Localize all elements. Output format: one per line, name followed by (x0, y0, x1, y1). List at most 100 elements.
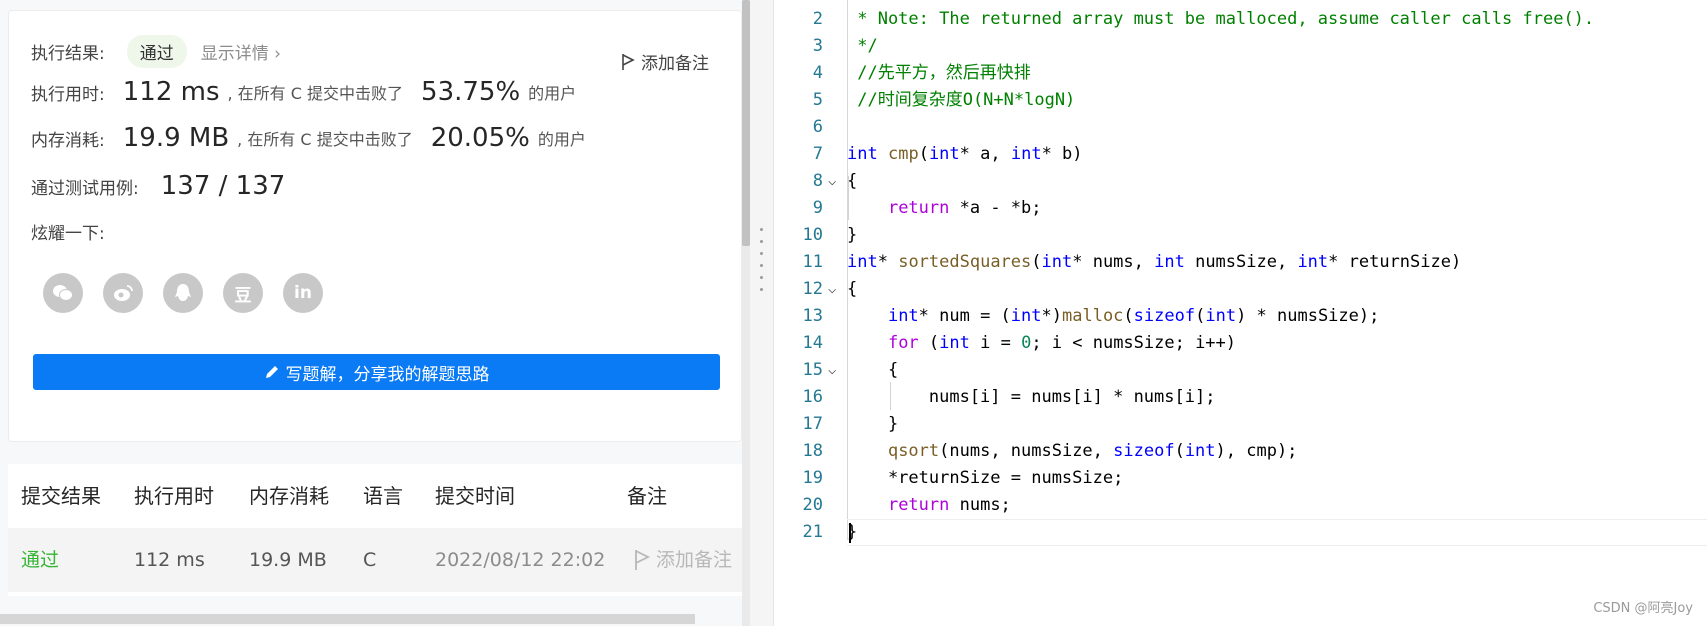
code-text[interactable]: */ (847, 33, 877, 60)
panel-resize-handle[interactable] (750, 0, 774, 626)
table-header: 提交结果 执行用时 内存消耗 语言 提交时间 备注 (8, 464, 742, 528)
code-text[interactable]: qsort(nums, numsSize, sizeof(int), cmp); (847, 438, 1297, 465)
fold-chevron-icon[interactable]: ⌵ (828, 168, 836, 195)
code-line[interactable]: 19 *returnSize = numsSize; (775, 465, 1707, 492)
code-line[interactable]: 14 for (int i = 0; i < numsSize; i++) (775, 330, 1707, 357)
code-text[interactable]: } (847, 222, 857, 249)
fold-chevron-icon[interactable]: ⌵ (828, 357, 836, 384)
memory-row: 内存消耗: 19.9 MB , 在所有 C 提交中击败了 20.05% 的用户 (31, 123, 586, 153)
row-result[interactable]: 通过 (21, 528, 59, 592)
code-editor[interactable]: 2 * Note: The returned array must be mal… (775, 0, 1707, 626)
runtime-label: 执行用时: (31, 84, 105, 105)
code-text[interactable]: int* sortedSquares(int* nums, int numsSi… (847, 249, 1461, 276)
code-line[interactable]: 4 //先平方，然后再快排 (775, 60, 1707, 87)
code-line[interactable]: 13 int* num = (int*)malloc(sizeof(int) *… (775, 303, 1707, 330)
code-line[interactable]: 16 nums[i] = nums[i] * nums[i]; (775, 384, 1707, 411)
line-number: 14 (802, 333, 823, 353)
qq-icon[interactable] (163, 273, 203, 313)
result-label: 执行结果: (31, 44, 105, 64)
code-line[interactable]: 10} (775, 222, 1707, 249)
row-submit-time: 2022/08/12 22:02 (435, 549, 606, 571)
code-text[interactable]: //先平方，然后再快排 (847, 60, 1030, 87)
code-text[interactable]: } (847, 411, 898, 438)
line-number: 11 (802, 252, 823, 272)
code-line[interactable]: 8 ⌵{ (775, 168, 1707, 195)
tests-row: 通过测试用例: 137 / 137 (31, 171, 293, 201)
current-line-highlight (847, 519, 1707, 546)
scrollbar-thumb[interactable] (742, 0, 750, 246)
row-runtime: 112 ms (134, 549, 205, 571)
indent-guide (848, 176, 849, 220)
memory-beat-text: , 在所有 C 提交中击败了 (237, 130, 413, 149)
row-language: C (363, 549, 377, 571)
line-number: 5 (812, 90, 823, 110)
code-text[interactable]: { (847, 357, 898, 384)
runtime-percent: 53.75% (421, 77, 521, 107)
status-badge: 通过 (126, 35, 187, 68)
code-text[interactable]: int* num = (int*)malloc(sizeof(int) * nu… (847, 303, 1379, 330)
fold-chevron-icon[interactable]: ⌵ (828, 276, 836, 303)
line-number: 17 (802, 414, 823, 434)
runtime-value: 112 ms (122, 77, 220, 107)
share-row: 炫耀一下: (31, 219, 105, 244)
pencil-icon (265, 366, 278, 378)
wechat-icon[interactable] (43, 273, 83, 313)
linkedin-icon[interactable]: in (283, 273, 323, 313)
text-cursor (849, 523, 851, 543)
code-line[interactable]: 5 //时间复杂度O(N+N*logN) (775, 87, 1707, 114)
result-card: 执行结果: 通过 显示详情 › 添加备注 执行用时: 112 ms , 在所有 … (8, 10, 742, 442)
code-line[interactable]: 9 return *a - *b; (775, 195, 1707, 222)
memory-value: 19.9 MB (122, 123, 230, 153)
code-text[interactable]: * Note: The returned array must be mallo… (847, 6, 1594, 33)
header-memory: 内存消耗 (249, 484, 329, 508)
tests-label: 通过测试用例: (31, 178, 139, 199)
weibo-icon[interactable] (103, 273, 143, 313)
flag-icon (635, 550, 650, 570)
douban-icon[interactable]: 豆 (223, 273, 263, 313)
line-number: 10 (802, 225, 823, 245)
code-line[interactable]: 3 */ (775, 33, 1707, 60)
add-note-button[interactable]: 添加备注 (621, 49, 709, 74)
code-line[interactable]: 15 ⌵ { (775, 357, 1707, 384)
code-line[interactable]: 17 } (775, 411, 1707, 438)
code-line[interactable]: 2 * Note: The returned array must be mal… (775, 6, 1707, 33)
code-text[interactable]: int cmp(int* a, int* b) (847, 141, 1083, 168)
code-line[interactable]: 6 (775, 114, 1707, 141)
write-solution-button[interactable]: 写题解，分享我的解题思路 (33, 354, 720, 390)
code-text[interactable]: return nums; (847, 492, 1011, 519)
code-line[interactable]: 20 return nums; (775, 492, 1707, 519)
header-runtime: 执行用时 (134, 484, 214, 508)
code-line[interactable]: 18 qsort(nums, numsSize, sizeof(int), cm… (775, 438, 1707, 465)
code-line[interactable]: 12 ⌵ { (775, 276, 1707, 303)
code-text[interactable]: nums[i] = nums[i] * nums[i]; (847, 384, 1216, 411)
code-line[interactable]: 11 int* sortedSquares(int* nums, int nums… (775, 249, 1707, 276)
row-add-note-button[interactable]: 添加备注 (634, 528, 732, 592)
header-result: 提交结果 (21, 484, 101, 508)
line-number: 20 (802, 495, 823, 515)
code-line[interactable]: 7 int cmp(int* a, int* b) (775, 141, 1707, 168)
vertical-scrollbar[interactable] (742, 0, 750, 626)
code-text[interactable]: //时间复杂度O(N+N*logN) (847, 87, 1075, 114)
code-text[interactable]: { (847, 276, 857, 303)
flag-icon (622, 53, 635, 70)
line-number: 12 (802, 279, 823, 299)
memory-percent: 20.05% (430, 123, 530, 153)
runtime-beat-text: , 在所有 C 提交中击败了 (227, 84, 404, 103)
show-details-link[interactable]: 显示详情 › (201, 39, 281, 64)
line-number: 16 (802, 387, 823, 407)
line-number: 3 (812, 36, 823, 56)
line-number: 18 (802, 441, 823, 461)
line-number: 13 (802, 306, 823, 326)
table-row[interactable]: 通过 112 ms 19.9 MB C 2022/08/12 22:02 添加备… (8, 528, 742, 592)
line-number: 6 (812, 117, 823, 137)
line-number: 9 (812, 198, 823, 218)
row-add-note-label: 添加备注 (656, 549, 733, 571)
line-number: 21 (802, 522, 823, 542)
watermark: CSDN @阿亮Joy (1593, 601, 1693, 616)
code-text[interactable]: *returnSize = numsSize; (847, 465, 1123, 492)
submissions-table: 提交结果 执行用时 内存消耗 语言 提交时间 备注 通过 112 ms 19.9… (8, 464, 742, 596)
code-text[interactable]: for (int i = 0; i < numsSize; i++) (847, 330, 1236, 357)
horizontal-scrollbar[interactable] (0, 614, 695, 624)
code-text[interactable]: return *a - *b; (847, 195, 1042, 222)
share-icons: 豆 in (43, 273, 323, 313)
